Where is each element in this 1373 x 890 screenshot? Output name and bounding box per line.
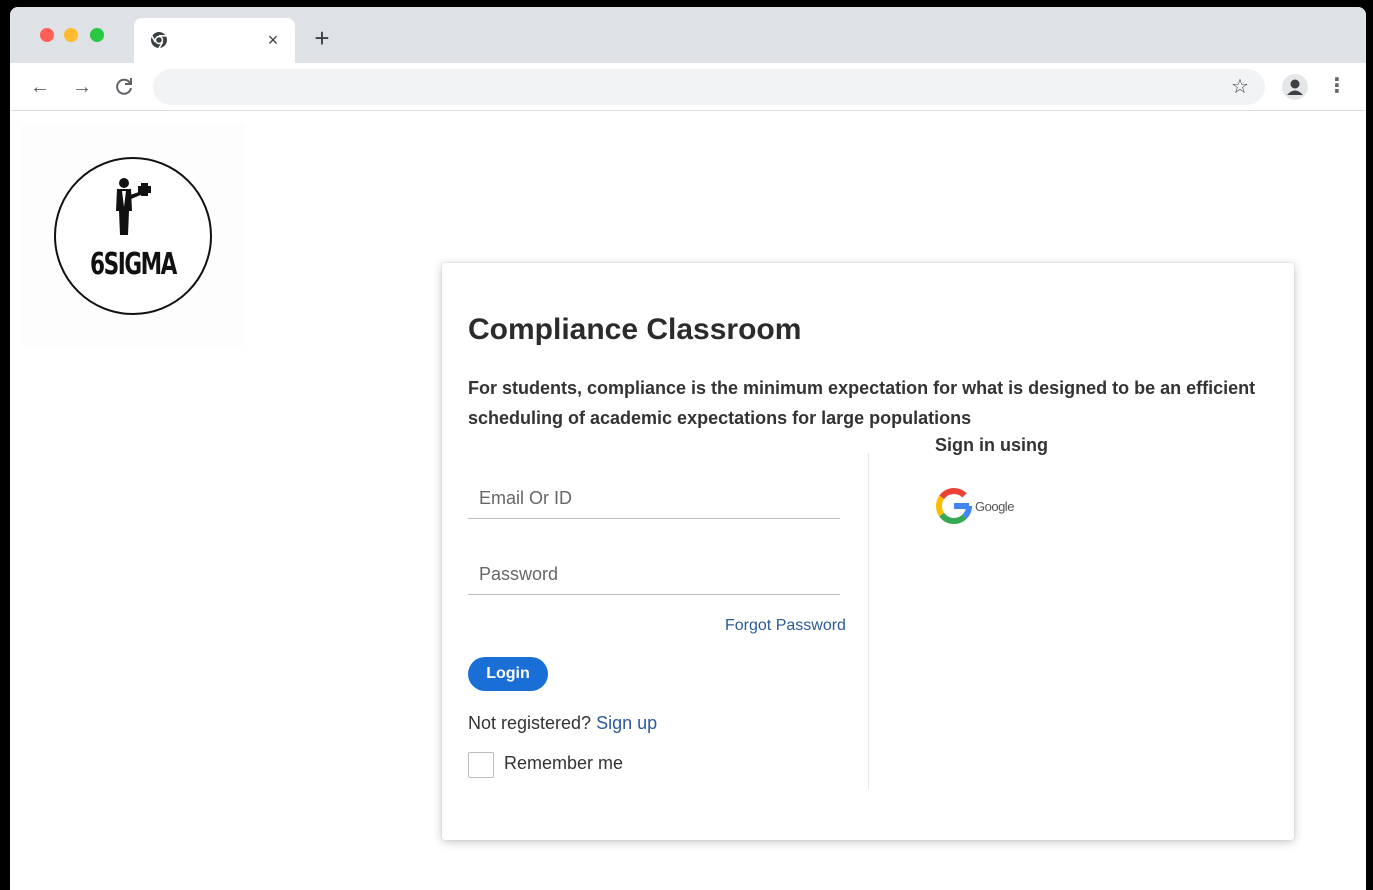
logo-circle: 6SIGMA: [54, 157, 212, 315]
sign-in-using-heading: Sign in using: [935, 435, 1048, 455]
email-input[interactable]: [468, 479, 840, 517]
page-title: Compliance Classroom: [468, 313, 802, 346]
password-input[interactable]: [468, 555, 840, 593]
browser-window: × + ← → ☆ ⋮ 6SIGMA Compliance Classroom …: [10, 7, 1366, 890]
page-viewport: 6SIGMA Compliance Classroom For students…: [10, 112, 1366, 890]
not-registered-label: Not registered?: [468, 713, 592, 733]
email-field: [468, 479, 840, 519]
close-window-button[interactable]: [40, 28, 54, 42]
vertical-divider: [868, 453, 869, 789]
logo: 6SIGMA: [22, 124, 244, 346]
businessman-puzzle-icon: [116, 178, 151, 235]
page-description: For students, compliance is the minimum …: [468, 378, 1256, 428]
google-g-icon: [936, 487, 972, 524]
bookmark-star-icon[interactable]: ☆: [1229, 76, 1251, 98]
sign-up-link[interactable]: Sign up: [596, 713, 657, 733]
password-field: [468, 555, 840, 595]
forward-arrow-icon[interactable]: →: [70, 75, 94, 99]
logo-text: 6SIGMA: [90, 247, 177, 282]
active-tab[interactable]: ×: [134, 18, 295, 63]
minimize-window-button[interactable]: [64, 28, 78, 42]
back-arrow-icon[interactable]: ←: [28, 75, 52, 99]
login-card: Compliance Classroom For students, compl…: [442, 263, 1294, 840]
address-bar[interactable]: ☆: [153, 69, 1265, 105]
tab-close-icon[interactable]: ×: [263, 30, 283, 50]
reload-icon[interactable]: [112, 75, 136, 99]
forgot-password-link[interactable]: Forgot Password: [725, 617, 846, 635]
not-registered-text: Not registered? Sign up: [468, 713, 657, 734]
google-sign-in-button[interactable]: Google: [935, 487, 1045, 525]
login-button[interactable]: Login: [468, 657, 548, 691]
remember-me-checkbox[interactable]: [468, 752, 494, 778]
address-input[interactable]: [171, 69, 1211, 105]
profile-avatar-icon[interactable]: [1282, 74, 1308, 100]
maximize-window-button[interactable]: [90, 28, 104, 42]
browser-menu-icon[interactable]: ⋮: [1327, 75, 1347, 99]
remember-me-label: Remember me: [504, 753, 624, 773]
new-tab-button[interactable]: +: [310, 25, 334, 51]
tab-strip: × +: [10, 7, 1366, 63]
google-wordmark: Google: [975, 499, 1014, 514]
chrome-favicon-icon: [151, 32, 167, 49]
browser-toolbar: ← → ☆ ⋮: [10, 63, 1366, 111]
